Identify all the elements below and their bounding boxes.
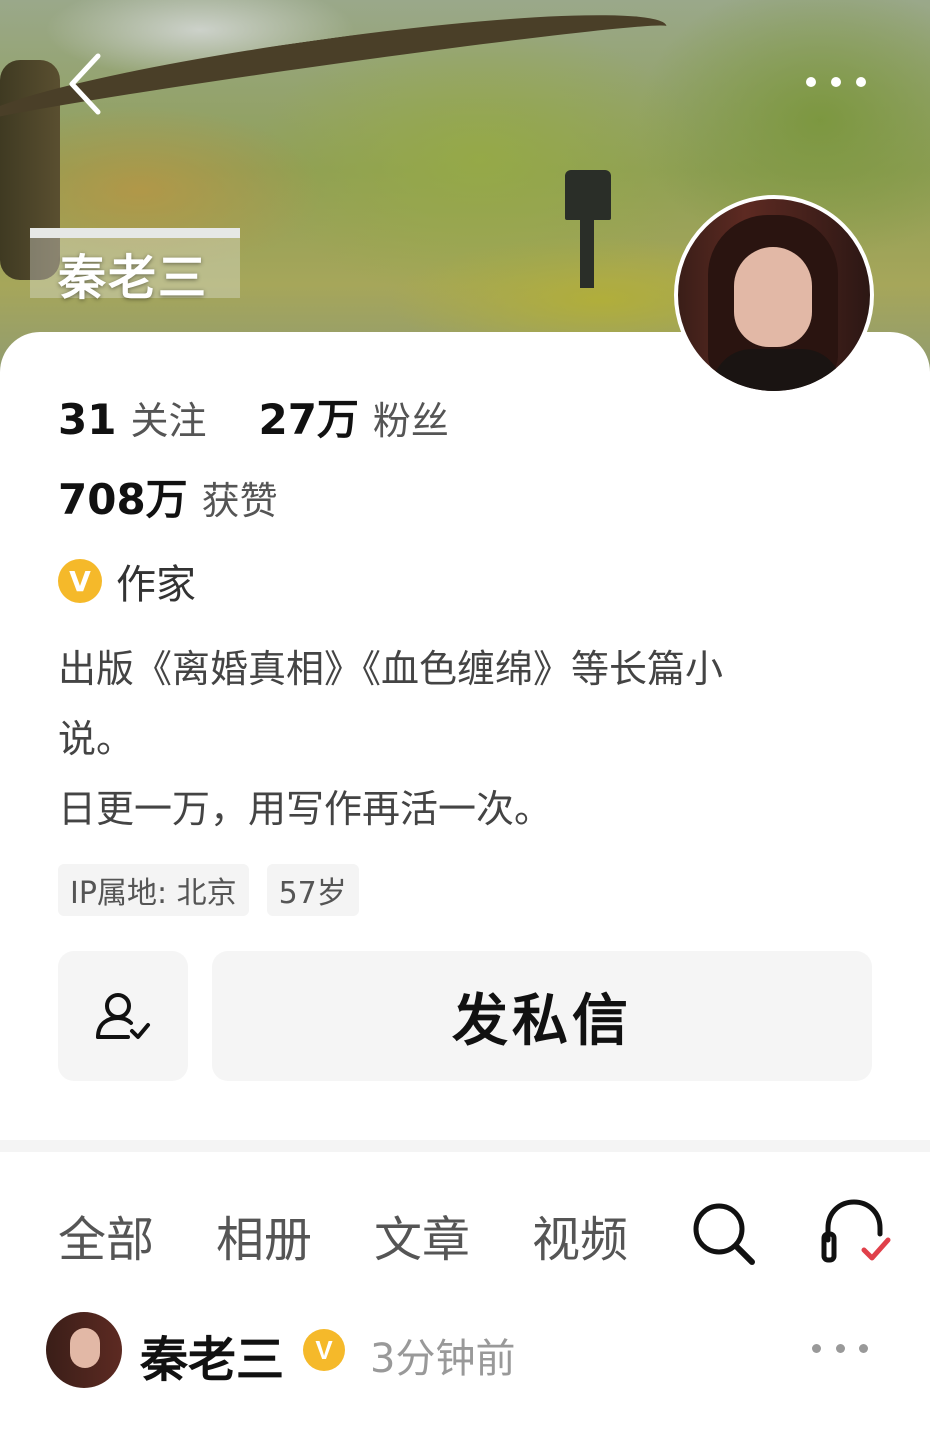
followers-label: 粉丝 xyxy=(372,399,449,443)
followers-count: 27万 xyxy=(258,395,359,444)
likes-count: 708万 xyxy=(58,475,188,524)
likes-stat[interactable]: 708万 获赞 xyxy=(58,466,278,527)
post-timestamp: 3分钟前 xyxy=(370,1336,516,1382)
more-dots-icon[interactable] xyxy=(800,72,872,92)
likes-label: 获赞 xyxy=(201,479,278,523)
following-stat[interactable]: 31 关注 xyxy=(58,390,206,445)
follow-button[interactable] xyxy=(58,951,188,1081)
profile-avatar[interactable] xyxy=(674,195,874,395)
content-tabs: 全部 相册 文章 视频 xyxy=(58,1200,690,1270)
cover-lamp-post xyxy=(580,218,594,288)
profile-tags: IP属地: 北京 57岁 xyxy=(58,864,377,916)
add-friend-icon xyxy=(96,993,150,1039)
search-icon[interactable] xyxy=(690,1200,756,1266)
headphones-check-icon[interactable] xyxy=(818,1196,894,1268)
ip-location-tag: IP属地: 北京 xyxy=(58,864,249,916)
tab-videos[interactable]: 视频 xyxy=(532,1200,628,1270)
bio-line: 日更一万，用写作再活一次。 xyxy=(58,787,553,831)
verification-row: V 作家 xyxy=(58,552,196,610)
followers-stat[interactable]: 27万 粉丝 xyxy=(258,386,448,447)
profile-stats: 31 关注 27万 粉丝 xyxy=(58,386,501,447)
bio-line: 出版《离婚真相》《血色缠绵》等长篇小 xyxy=(58,647,724,691)
profile-bio: 出版《离婚真相》《血色缠绵》等长篇小 说。 日更一万，用写作再活一次。 xyxy=(58,634,858,844)
age-tag: 57岁 xyxy=(266,864,359,916)
post-author-avatar[interactable] xyxy=(46,1312,122,1388)
verified-badge-icon: V xyxy=(58,559,102,603)
post-more-icon[interactable] xyxy=(812,1344,868,1356)
section-divider xyxy=(0,1140,930,1152)
following-count: 31 xyxy=(58,395,117,444)
post-author-name[interactable]: 秦老三 xyxy=(140,1320,284,1390)
send-message-button[interactable]: 发私信 xyxy=(212,951,872,1081)
verification-label: 作家 xyxy=(116,562,196,608)
tab-articles[interactable]: 文章 xyxy=(374,1200,470,1270)
bio-line: 说。 xyxy=(58,717,135,761)
svg-text:V: V xyxy=(315,1335,333,1365)
cover-lamp xyxy=(565,170,611,220)
cover-display-name: 秦老三 xyxy=(58,250,209,306)
following-label: 关注 xyxy=(130,399,207,443)
tab-album[interactable]: 相册 xyxy=(216,1200,312,1270)
tab-all[interactable]: 全部 xyxy=(58,1200,154,1270)
verified-badge-icon: V xyxy=(303,1329,345,1371)
back-chevron-icon[interactable] xyxy=(68,52,108,116)
